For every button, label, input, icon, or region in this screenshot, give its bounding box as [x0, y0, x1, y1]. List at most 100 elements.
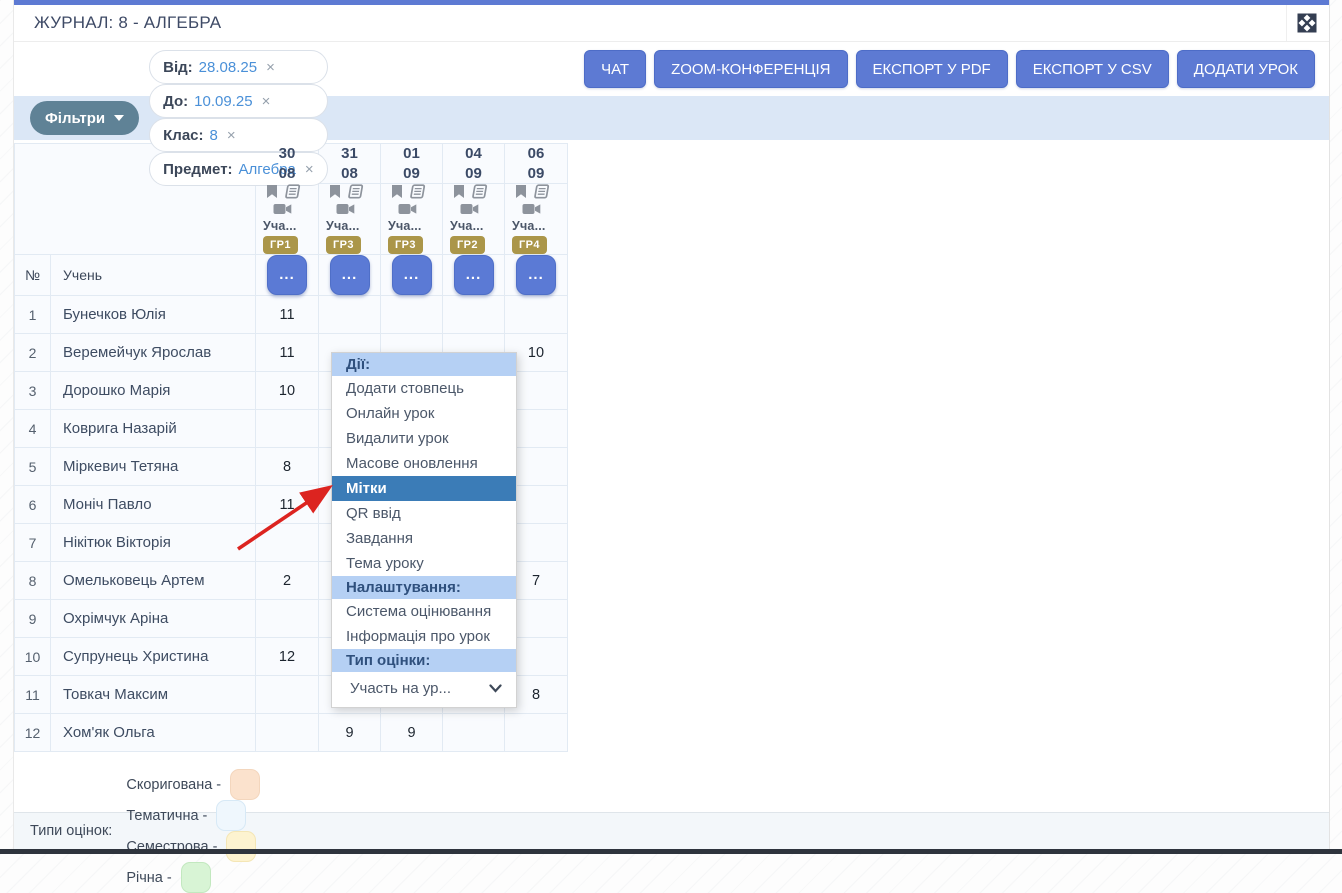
legend-color-swatch	[181, 862, 211, 893]
grade-type-select[interactable]: Участь на ур...	[332, 672, 516, 705]
student-name: Супрунець Христина	[51, 638, 256, 676]
date-day: 31	[319, 144, 380, 164]
filter-label: Від:	[163, 59, 193, 76]
book-icon	[284, 184, 301, 199]
menu-item[interactable]: Додати стовпець	[332, 376, 516, 401]
video-lesson-icon[interactable]	[336, 202, 355, 216]
add-lesson-button[interactable]: ДОДАТИ УРОК	[1177, 50, 1315, 88]
video-camera-icon	[336, 202, 355, 216]
grade-cell[interactable]	[256, 524, 319, 562]
lesson-icons[interactable]	[328, 184, 364, 199]
date-month: 09	[443, 164, 504, 184]
lesson-info-cell: Уча...ГР3	[381, 184, 443, 255]
filter-pill-class[interactable]: Клас:8×	[149, 118, 328, 152]
filter-pill-to[interactable]: До:10.09.25×	[149, 84, 328, 118]
student-name: Бунечков Юлія	[51, 296, 256, 334]
menu-item[interactable]: QR ввід	[332, 501, 516, 526]
lesson-type-label: Уча...	[512, 219, 546, 233]
menu-item[interactable]: Інформація про урок	[332, 624, 516, 649]
zoom-conference-button[interactable]: ZOOM-КОНФЕРЕНЦІЯ	[654, 50, 847, 88]
grade-cell[interactable]	[381, 296, 443, 334]
lesson-info-cell: Уча...ГР2	[443, 184, 505, 255]
grade-cell[interactable]	[505, 714, 568, 752]
student-name: Охрімчук Аріна	[51, 600, 256, 638]
expand-arrows-icon[interactable]	[1294, 11, 1320, 37]
grade-cell[interactable]	[256, 676, 319, 714]
book-icon	[533, 184, 550, 199]
filter-value: 8	[210, 127, 218, 144]
grade-cell[interactable]: 9	[319, 714, 381, 752]
grade-cell[interactable]	[505, 296, 568, 334]
titlebar: ЖУРНАЛ: 8 - АЛГЕБРА	[14, 5, 1329, 42]
export-pdf-button[interactable]: ЕКСПОРТ У PDF	[856, 50, 1008, 88]
grade-cell[interactable]: 8	[256, 448, 319, 486]
menu-item[interactable]: Видалити урок	[332, 426, 516, 451]
menu-item[interactable]: Тема уроку	[332, 551, 516, 576]
video-lesson-icon[interactable]	[522, 202, 541, 216]
export-csv-button[interactable]: ЕКСПОРТ У CSV	[1016, 50, 1169, 88]
column-menu-button[interactable]: ...	[267, 255, 307, 295]
column-menu-button[interactable]: ...	[392, 255, 432, 295]
filter-pill-from[interactable]: Від:28.08.25×	[149, 50, 328, 84]
menu-item[interactable]: Онлайн урок	[332, 401, 516, 426]
legend-item: Річна -	[126, 862, 260, 893]
student-header: Учень	[51, 255, 256, 296]
student-number: 7	[15, 524, 51, 562]
chat-button[interactable]: ЧАТ	[584, 50, 646, 88]
filters-toggle-button[interactable]: Фільтри	[30, 101, 139, 135]
filter-label: Предмет:	[163, 161, 232, 178]
grade-cell[interactable]: 2	[256, 562, 319, 600]
grade-cell[interactable]	[256, 410, 319, 448]
grade-cell[interactable]: 10	[256, 372, 319, 410]
grade-cell[interactable]	[256, 714, 319, 752]
grade-cell[interactable]	[256, 600, 319, 638]
legend-color-swatch	[230, 769, 260, 800]
student-name: Моніч Павло	[51, 486, 256, 524]
student-name: Нікітюк Вікторія	[51, 524, 256, 562]
grade-cell[interactable]: 12	[256, 638, 319, 676]
grade-cell[interactable]: 11	[256, 296, 319, 334]
student-name: Міркевич Тетяна	[51, 448, 256, 486]
remove-filter-icon[interactable]: ×	[262, 93, 271, 110]
student-name: Веремейчук Ярослав	[51, 334, 256, 372]
lesson-icons[interactable]	[452, 184, 488, 199]
video-lesson-icon[interactable]	[273, 202, 292, 216]
page-title: ЖУРНАЛ: 8 - АЛГЕБРА	[34, 13, 221, 33]
grade-cell[interactable]	[443, 714, 505, 752]
video-lesson-icon[interactable]	[460, 202, 479, 216]
remove-filter-icon[interactable]: ×	[266, 59, 275, 76]
student-number: 11	[15, 676, 51, 714]
lesson-icons[interactable]	[514, 184, 550, 199]
group-badge: ГР4	[512, 236, 547, 254]
menu-item[interactable]: Завдання	[332, 526, 516, 551]
grade-cell[interactable]: 9	[381, 714, 443, 752]
column-menu-button[interactable]: ...	[516, 255, 556, 295]
remove-filter-icon[interactable]: ×	[227, 127, 236, 144]
grade-cell[interactable]: 11	[256, 334, 319, 372]
book-icon	[409, 184, 426, 199]
student-number: 6	[15, 486, 51, 524]
grade-cell[interactable]	[443, 296, 505, 334]
row-number-header: №	[15, 255, 51, 296]
student-number: 1	[15, 296, 51, 334]
video-lesson-icon[interactable]	[398, 202, 417, 216]
remove-filter-icon[interactable]: ×	[305, 161, 314, 178]
menu-item[interactable]: Масове оновлення	[332, 451, 516, 476]
lesson-icons[interactable]	[390, 184, 426, 199]
grade-cell[interactable]: 11	[256, 486, 319, 524]
legend-label: Тематична -	[126, 808, 207, 824]
column-menu-cell: ...	[505, 255, 568, 296]
date-day: 01	[381, 144, 442, 164]
group-badge: ГР2	[450, 236, 485, 254]
date-day: 04	[443, 144, 504, 164]
lesson-icons[interactable]	[265, 184, 301, 199]
menu-item[interactable]: Мітки	[332, 476, 516, 501]
filter-pill-subject[interactable]: Предмет:Алгебра×	[149, 152, 328, 186]
menu-section-header: Дії:	[332, 353, 516, 376]
grade-cell[interactable]	[319, 296, 381, 334]
legend-label: Скоригована -	[126, 777, 221, 793]
date-column-header: 0609	[505, 144, 568, 184]
column-menu-button[interactable]: ...	[330, 255, 370, 295]
menu-item[interactable]: Система оцінювання	[332, 599, 516, 624]
column-menu-button[interactable]: ...	[454, 255, 494, 295]
